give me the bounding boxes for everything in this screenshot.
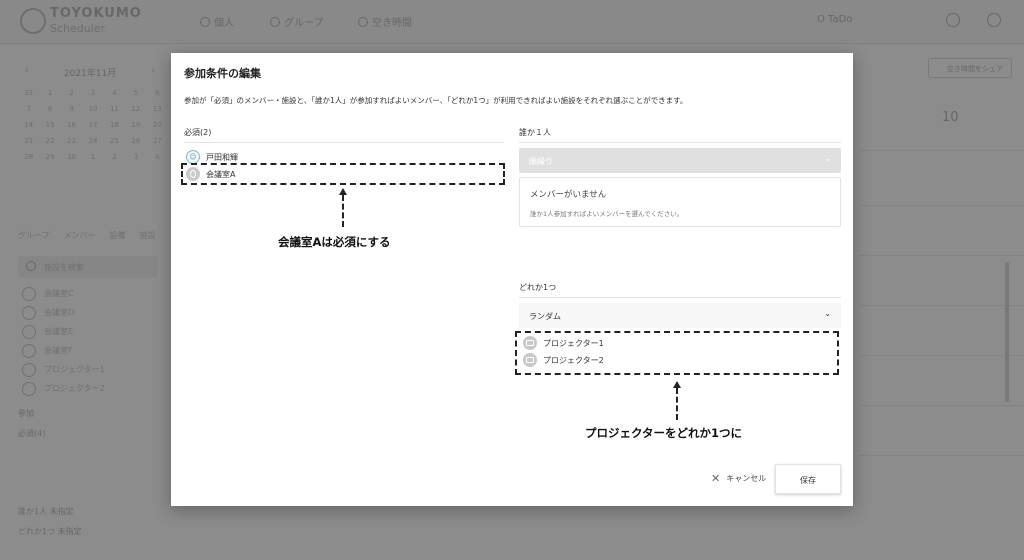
chevron-down-icon: ⌄ xyxy=(824,154,831,163)
save-button[interactable]: 保存 xyxy=(775,464,841,494)
anyone-order-value: 順繰り xyxy=(529,157,553,166)
person-icon: ☺ xyxy=(186,150,200,164)
empty-subtitle: 誰か1人参加すればよいメンバーを選んでください。 xyxy=(530,210,684,218)
arrow-up-icon xyxy=(339,188,347,195)
any-facility-order-select[interactable]: ランダム ⌄ xyxy=(519,303,841,328)
any-facility-callout: プロジェクターをどれか1つに xyxy=(585,426,743,440)
any-facility-label: どれか1つ xyxy=(519,283,557,292)
dialog-description: 参加が「必須」のメンバー・施設と、「誰か1人」が参加すればよいメンバー、「どれか… xyxy=(184,96,688,105)
chevron-down-icon: ⌄ xyxy=(824,309,831,318)
close-icon: ✕ xyxy=(711,472,721,485)
arrow-up-icon xyxy=(673,381,681,388)
required-member-name: 戸田和輝 xyxy=(206,152,238,162)
highlight-box-required xyxy=(181,163,505,185)
divider xyxy=(184,142,504,143)
anyone-order-select[interactable]: 順繰り ⌄ xyxy=(519,148,841,173)
dialog-title: 参加条件の編集 xyxy=(184,67,261,80)
empty-title: メンバーがいません xyxy=(530,190,607,200)
highlight-box-any-facility xyxy=(515,331,839,375)
callout-line xyxy=(342,195,344,227)
cancel-label: キャンセル xyxy=(726,474,767,483)
anyone-empty-state: メンバーがいません 誰か1人参加すればよいメンバーを選んでください。 xyxy=(519,177,841,227)
required-callout: 会議室Aは必須にする xyxy=(278,235,391,249)
any-facility-order-value: ランダム xyxy=(529,312,561,321)
divider xyxy=(519,142,841,143)
cancel-button[interactable]: ✕ キャンセル xyxy=(711,472,766,485)
edit-participation-dialog: 参加条件の編集 参加が「必須」のメンバー・施設と、「誰か1人」が参加すればよいメ… xyxy=(171,53,853,506)
required-label: 必須(2) xyxy=(184,128,212,137)
anyone-label: 誰か１人 xyxy=(519,128,551,137)
divider xyxy=(519,297,841,298)
callout-line xyxy=(676,388,678,420)
